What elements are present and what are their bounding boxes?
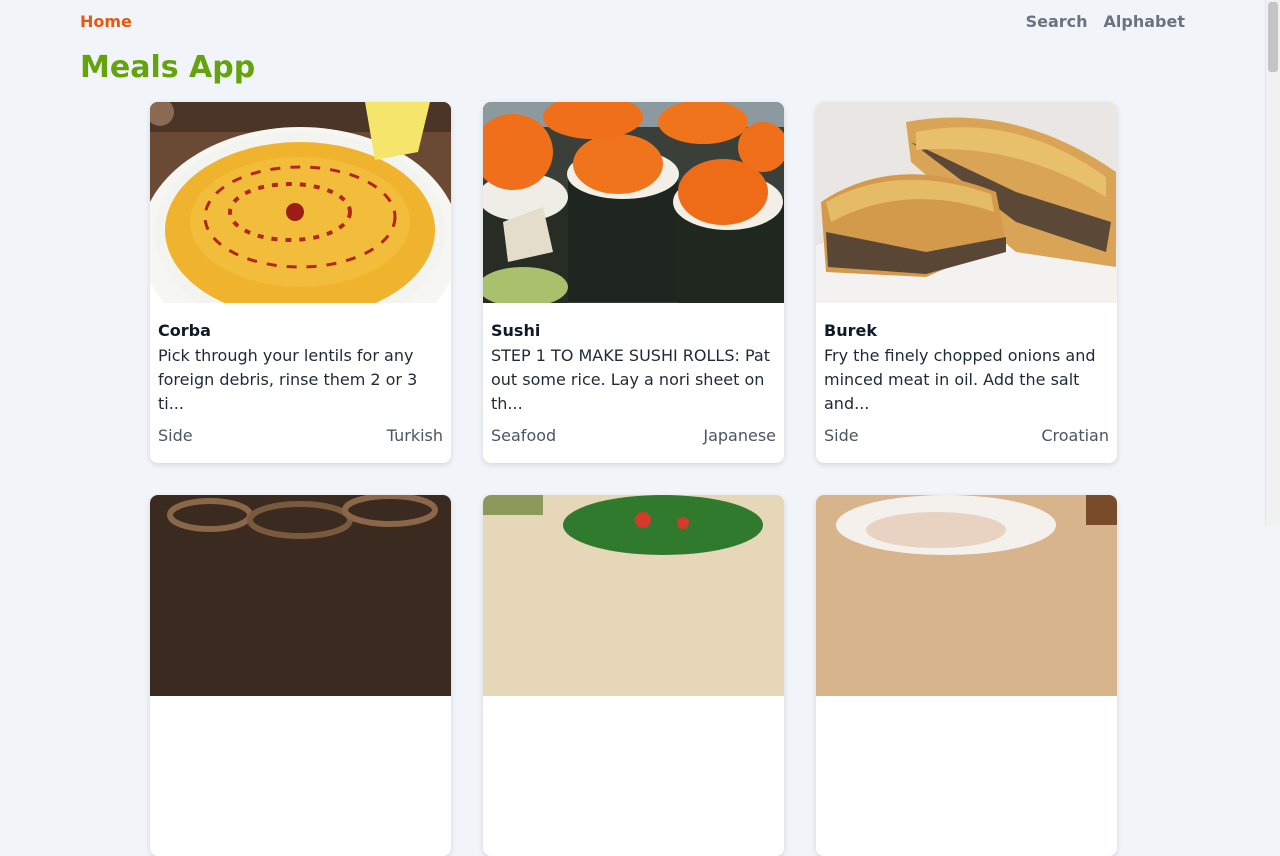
meal-name: Burek <box>824 321 877 340</box>
meal-card[interactable] <box>483 495 784 856</box>
meal-category: Side <box>824 426 859 445</box>
meal-image <box>816 102 1117 303</box>
meal-name: Sushi <box>491 321 541 340</box>
meal-description: STEP 1 TO MAKE SUSHI ROLLS: Pat out some… <box>491 346 770 413</box>
meal-description: Pick through your lentils for any foreig… <box>158 346 418 413</box>
meal-description <box>491 718 776 790</box>
meal-description: Fry the finely chopped onions and minced… <box>824 346 1096 413</box>
meal-card[interactable]: Burek Fry the finely chopped onions and … <box>816 102 1117 463</box>
meal-description <box>158 718 443 790</box>
nav-search-link[interactable]: Search <box>1026 12 1088 31</box>
meal-card[interactable]: Corba Pick through your lentils for any … <box>150 102 451 463</box>
meal-area: Turkish <box>386 426 443 445</box>
meal-image <box>483 102 784 303</box>
meal-grid: Corba Pick through your lentils for any … <box>150 102 1117 856</box>
page-title: Meals App <box>80 50 256 85</box>
nav-home-link[interactable]: Home <box>80 12 132 31</box>
meal-image <box>816 495 1117 696</box>
meal-name: Corba <box>158 321 211 340</box>
nav-right: Search Alphabet <box>1026 12 1185 31</box>
meal-image <box>483 495 784 696</box>
meal-category: Seafood <box>491 426 557 445</box>
meal-description <box>824 718 1109 790</box>
meal-card[interactable] <box>150 495 451 856</box>
scrollbar-thumb[interactable] <box>1268 2 1278 72</box>
meal-image <box>150 102 451 303</box>
meal-category: Side <box>158 426 193 445</box>
meal-card[interactable] <box>816 495 1117 856</box>
page-scrollbar[interactable] <box>1265 0 1280 526</box>
meal-image <box>150 495 451 696</box>
meal-area: Croatian <box>1041 426 1109 445</box>
nav-alphabet-link[interactable]: Alphabet <box>1104 12 1185 31</box>
meal-card[interactable]: Sushi STEP 1 TO MAKE SUSHI ROLLS: Pat ou… <box>483 102 784 463</box>
meal-area: Japanese <box>703 426 776 445</box>
